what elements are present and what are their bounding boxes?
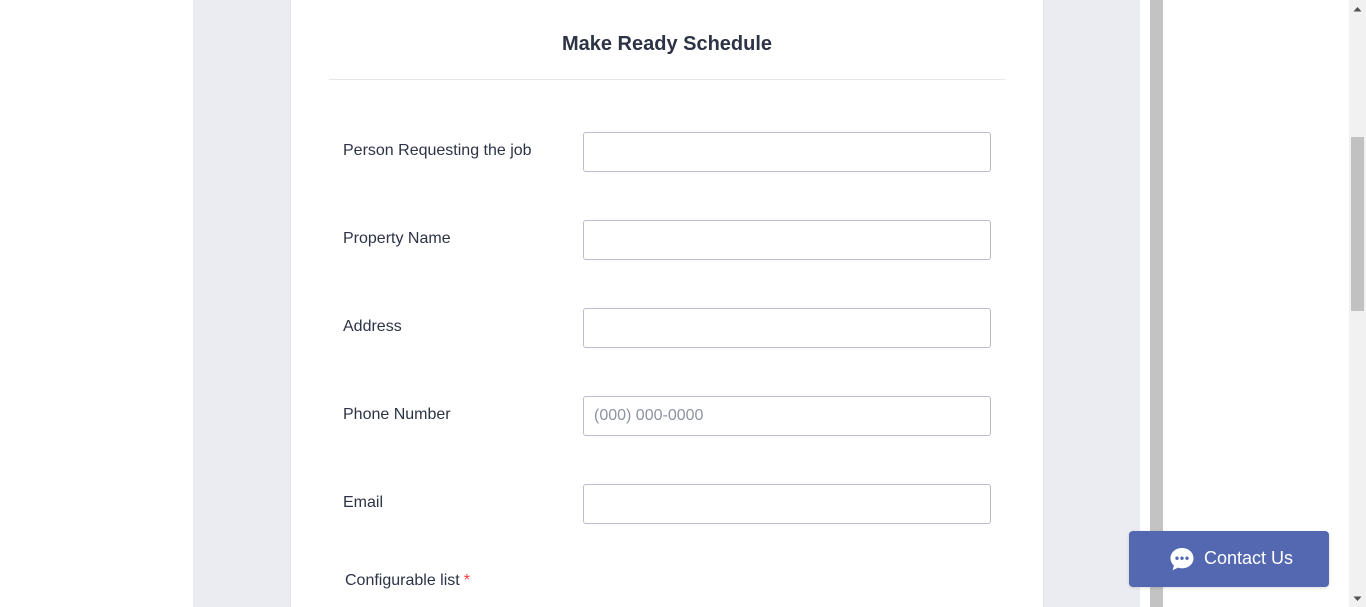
person-requesting-input[interactable]	[583, 132, 991, 172]
field-row-property-name: Property Name	[343, 220, 993, 260]
page-scrollbar[interactable]	[1349, 0, 1366, 607]
required-asterisk: *	[463, 572, 470, 589]
person-requesting-label: Person Requesting the job	[343, 142, 532, 159]
form-title: Make Ready Schedule	[561, 33, 773, 55]
property-name-input[interactable]	[583, 220, 991, 260]
embed-scrollbar-strip[interactable]	[1150, 0, 1163, 607]
page: Make Ready Schedule Person Requesting th…	[0, 0, 1366, 607]
contact-us-button[interactable]: Contact Us	[1129, 531, 1329, 587]
chat-bubble-icon	[1169, 546, 1195, 572]
address-label: Address	[343, 318, 402, 335]
field-row-email: Email	[343, 484, 993, 524]
phone-number-input[interactable]	[583, 396, 991, 436]
configurable-list-text: Configurable list	[345, 572, 460, 589]
scrollbar-thumb[interactable]	[1351, 137, 1364, 311]
scroll-up-arrow-icon[interactable]	[1349, 0, 1366, 17]
configurable-list-label: Configurable list *	[345, 572, 470, 590]
form-card: Make Ready Schedule Person Requesting th…	[290, 0, 1044, 607]
field-row-phone-number: Phone Number	[343, 396, 993, 436]
scroll-down-arrow-icon[interactable]	[1349, 590, 1366, 607]
field-row-person-requesting: Person Requesting the job	[343, 132, 993, 172]
phone-number-label: Phone Number	[343, 406, 451, 423]
address-input[interactable]	[583, 308, 991, 348]
field-row-address: Address	[343, 308, 993, 348]
email-input[interactable]	[583, 484, 991, 524]
property-name-label: Property Name	[343, 230, 451, 247]
email-label: Email	[343, 494, 384, 511]
form-header: Make Ready Schedule	[329, 0, 1005, 80]
contact-us-label: Contact Us	[1204, 548, 1294, 568]
